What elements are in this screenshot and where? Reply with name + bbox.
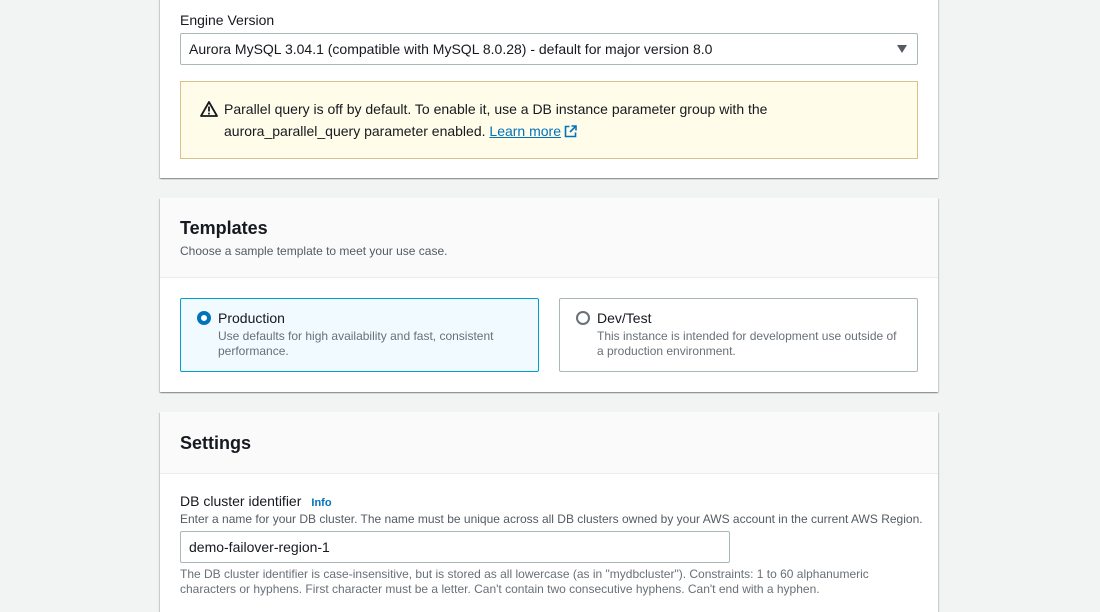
cluster-identifier-info-link[interactable]: Info [311, 497, 331, 509]
engine-options-panel: Engine Version Aurora MySQL 3.04.1 (comp… [160, 0, 938, 178]
cluster-identifier-label: DB cluster identifier [180, 493, 302, 509]
templates-description: Choose a sample template to meet your us… [180, 244, 448, 258]
dev-test-label: Dev/Test [597, 310, 652, 326]
external-link-icon [564, 125, 577, 138]
template-option-dev-test[interactable]: Dev/Test This instance is intended for d… [559, 298, 918, 372]
cluster-identifier-label-row: DB cluster identifier Info [180, 493, 332, 509]
dev-test-description: This instance is intended for developmen… [597, 329, 897, 358]
templates-header: Templates Choose a sample template to me… [160, 198, 938, 278]
dev-test-radio[interactable] [576, 311, 590, 325]
settings-title: Settings [180, 433, 252, 453]
production-label: Production [218, 310, 285, 326]
templates-panel: Templates Choose a sample template to me… [160, 198, 938, 392]
learn-more-link-text: Learn more [489, 123, 561, 139]
engine-version-select[interactable]: Aurora MySQL 3.04.1 (compatible with MyS… [180, 33, 918, 65]
engine-version-value: Aurora MySQL 3.04.1 (compatible with MyS… [189, 41, 713, 57]
cluster-identifier-input[interactable] [180, 531, 730, 563]
engine-version-label: Engine Version [180, 12, 275, 28]
production-radio[interactable] [197, 311, 211, 325]
alert-line-1: Parallel query is off by default. To ena… [224, 101, 768, 117]
warning-icon [200, 101, 218, 117]
settings-header: Settings [160, 412, 938, 474]
cluster-identifier-description: Enter a name for your DB cluster. The na… [180, 512, 923, 526]
learn-more-link[interactable]: Learn more [489, 123, 577, 139]
alert-line-2: aurora_parallel_query parameter enabled.… [224, 120, 897, 142]
chevron-down-icon [897, 45, 907, 53]
parallel-query-alert: Parallel query is off by default. To ena… [180, 81, 918, 159]
cluster-identifier-constraint: The DB cluster identifier is case-insens… [180, 567, 869, 596]
production-description: Use defaults for high availability and f… [218, 329, 494, 358]
alert-line-2-text: aurora_parallel_query parameter enabled. [224, 123, 486, 139]
templates-title: Templates [180, 218, 268, 238]
template-option-production[interactable]: Production Use defaults for high availab… [180, 298, 539, 372]
settings-panel: Settings DB cluster identifier Info Enter… [160, 412, 938, 612]
